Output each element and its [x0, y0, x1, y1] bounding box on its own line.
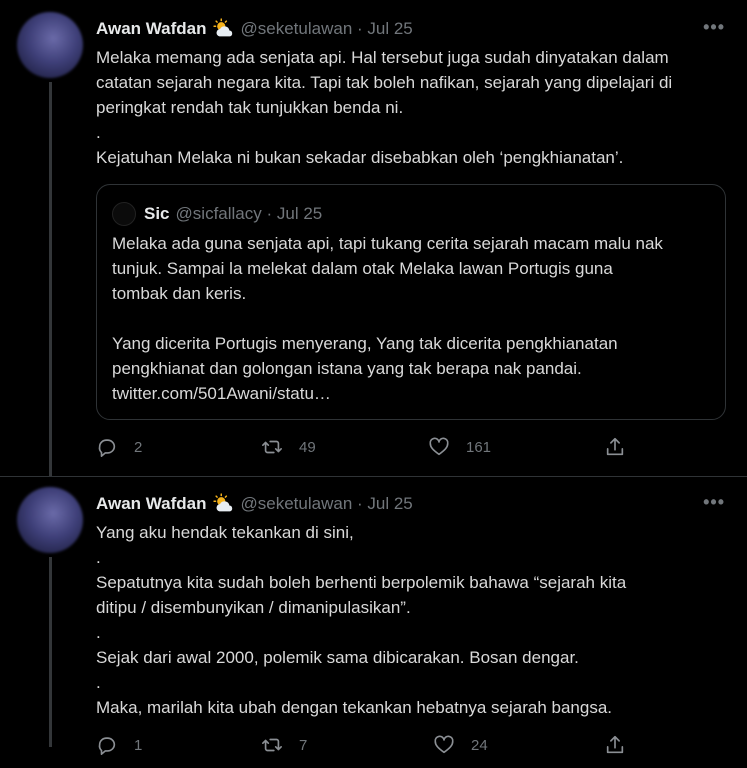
- share-button[interactable]: [604, 734, 626, 756]
- thread-line: [49, 82, 52, 476]
- tweet-header: Awan Wafdan @seketulawan · Jul 25: [96, 492, 413, 516]
- retweet-count: 7: [299, 736, 308, 754]
- tweet-line: .: [96, 548, 101, 567]
- tweet-line: Maka, marilah kita ubah dengan tekankan …: [96, 698, 613, 717]
- tweet-header: Awan Wafdan @seketulawan · Jul 25: [96, 17, 413, 41]
- sun-behind-cloud-icon: [212, 493, 232, 512]
- quote-line: Yang dicerita Portugis menyerang, Yang t…: [112, 334, 618, 353]
- tweet-line: Sejak dari awal 2000, polemik sama dibic…: [96, 648, 579, 667]
- tweet[interactable]: Awan Wafdan @seketulawan · Jul 25 ••• Ya…: [0, 476, 747, 768]
- tweet-actions: 2 49 161: [96, 436, 636, 462]
- more-options-icon[interactable]: •••: [703, 492, 725, 513]
- reply-icon: [98, 737, 116, 755]
- tweet-line: Melaka memang ada senjata api. Hal terse…: [96, 48, 669, 67]
- sun-behind-cloud-icon: [212, 18, 232, 37]
- avatar[interactable]: [17, 487, 83, 553]
- quoted-avatar: [112, 202, 136, 226]
- tweet-line: .: [96, 123, 101, 142]
- reply-count: 2: [134, 438, 143, 456]
- quote-line: twitter.com/501Awani/statu…: [112, 384, 331, 403]
- tweet-text: Melaka memang ada senjata api. Hal terse…: [96, 45, 726, 170]
- tweet-line: peringkat rendah tak tunjukkan benda ni.: [96, 98, 404, 117]
- reply-button[interactable]: 2: [96, 436, 142, 458]
- quoted-author-name: Sic: [144, 204, 170, 223]
- quote-line: tunjuk. Sampai la melekat dalam otak Mel…: [112, 259, 613, 278]
- tweet-line: catatan sejarah negara kita. Tapi tak bo…: [96, 73, 673, 92]
- retweet-icon: [262, 440, 282, 454]
- share-button[interactable]: [604, 436, 626, 458]
- tweet-line: Sepatutnya kita sudah boleh berhenti ber…: [96, 573, 627, 592]
- tweet-actions: 1 7 24: [96, 734, 636, 760]
- handle-and-date[interactable]: @seketulawan · Jul 25: [241, 494, 413, 514]
- quoted-handle-and-date: @sicfallacy · Jul 25: [175, 204, 323, 223]
- thread-line: [49, 557, 52, 747]
- tweet[interactable]: Awan Wafdan @seketulawan · Jul 25 ••• Me…: [0, 0, 747, 476]
- quote-line: [112, 306, 712, 331]
- like-count: 24: [471, 736, 488, 754]
- tweet-line: .: [96, 623, 101, 642]
- retweet-button[interactable]: 7: [261, 734, 307, 756]
- more-options-icon[interactable]: •••: [703, 17, 725, 38]
- like-button[interactable]: 161: [428, 436, 491, 458]
- quoted-tweet-header: Sic @sicfallacy · Jul 25: [112, 202, 322, 226]
- retweet-count: 49: [299, 438, 316, 456]
- handle-and-date[interactable]: @seketulawan · Jul 25: [241, 19, 413, 39]
- tweet-line: ditipu / disembunyikan / dimanipulasikan…: [96, 598, 411, 617]
- share-icon: [606, 437, 624, 456]
- quoted-tweet-text: Melaka ada guna senjata api, tapi tukang…: [112, 231, 712, 406]
- tweet-line: .: [96, 673, 101, 692]
- reply-button[interactable]: 1: [96, 734, 142, 756]
- tweet-line: Yang aku hendak tekankan di sini,: [96, 523, 354, 542]
- tweet-text: Yang aku hendak tekankan di sini, . Sepa…: [96, 520, 726, 720]
- reply-count: 1: [134, 736, 143, 754]
- quote-line: pengkhianat dan golongan istana yang tak…: [112, 359, 582, 378]
- quote-line: tombak dan keris.: [112, 284, 247, 303]
- like-count: 161: [466, 438, 492, 456]
- author-name[interactable]: Awan Wafdan: [96, 494, 207, 514]
- quoted-tweet[interactable]: Sic @sicfallacy · Jul 25 Melaka ada guna…: [96, 184, 726, 420]
- reply-icon: [98, 439, 116, 457]
- quote-line: Melaka ada guna senjata api, tapi tukang…: [112, 234, 663, 253]
- heart-icon: [434, 735, 454, 754]
- like-button[interactable]: 24: [433, 734, 488, 756]
- tweet-line: Kejatuhan Melaka ni bukan sekadar diseba…: [96, 148, 624, 167]
- avatar[interactable]: [17, 12, 83, 78]
- heart-icon: [429, 437, 449, 456]
- author-name[interactable]: Awan Wafdan: [96, 19, 207, 39]
- share-icon: [606, 735, 624, 754]
- retweet-icon: [262, 738, 282, 752]
- retweet-button[interactable]: 49: [261, 436, 316, 458]
